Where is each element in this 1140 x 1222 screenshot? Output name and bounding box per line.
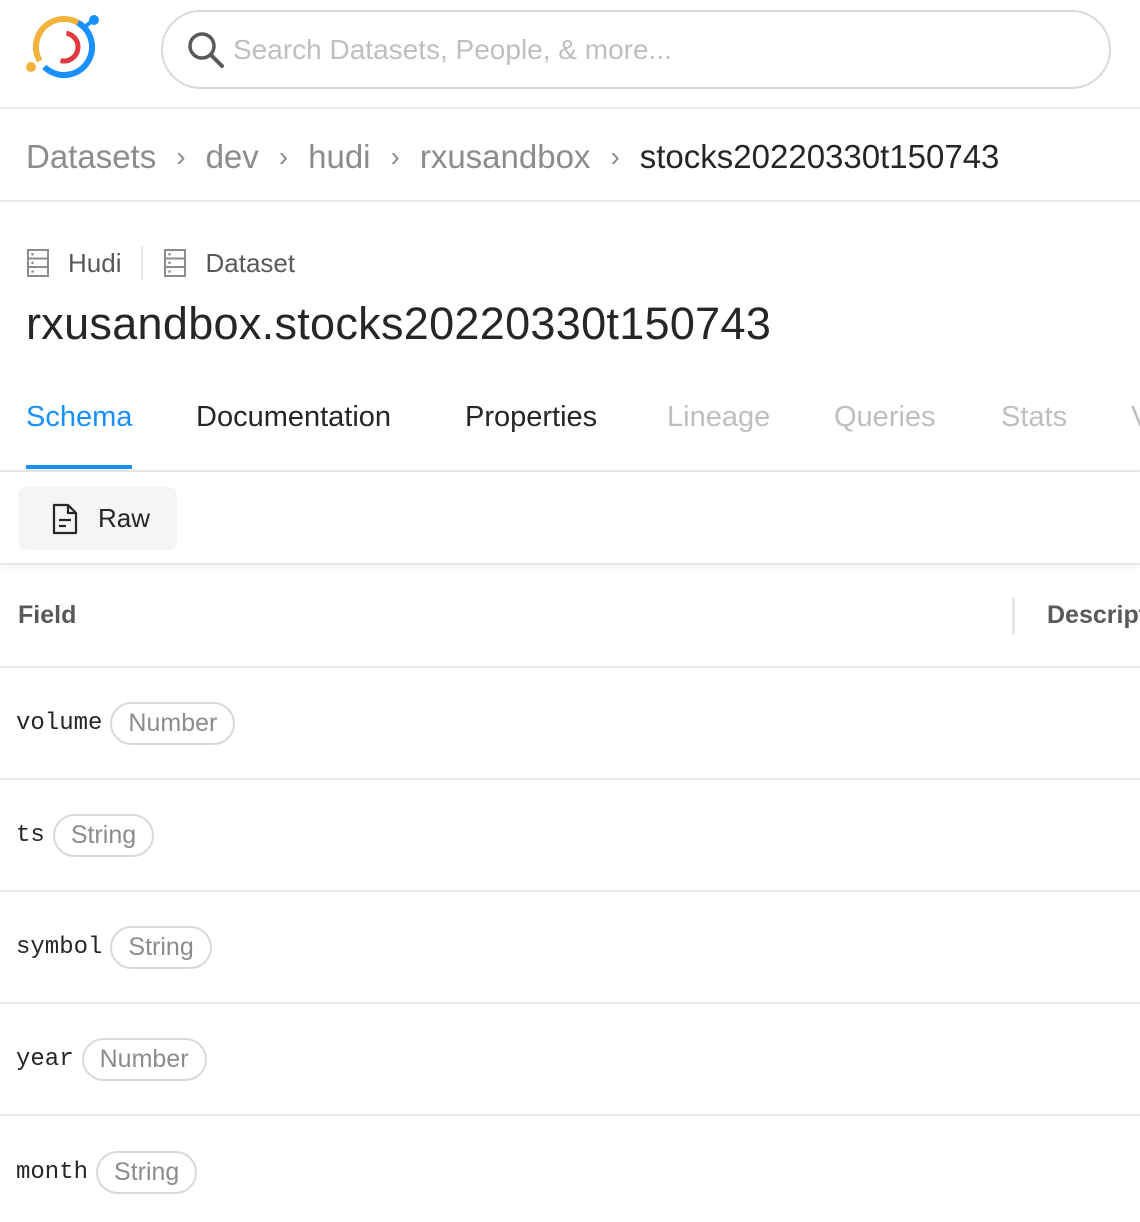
- table-row[interactable]: year Number: [0, 1004, 1140, 1116]
- schema-table-body: volume Number ts String symbol String ye…: [0, 668, 1140, 1222]
- breadcrumb-item-hudi[interactable]: hudi: [308, 138, 370, 176]
- schema-toolbar: Raw: [0, 472, 1140, 565]
- chevron-right-icon: ›: [176, 141, 186, 172]
- tab-schema[interactable]: Schema: [26, 401, 132, 434]
- tab-stats: Stats: [1001, 401, 1068, 433]
- tab-queries: Queries: [834, 401, 936, 433]
- breadcrumb-item-rxusandbox[interactable]: rxusandbox: [420, 138, 591, 176]
- type-badge: String: [110, 925, 212, 969]
- table-row[interactable]: month String: [0, 1116, 1140, 1222]
- entity-type: Dataset: [205, 247, 296, 278]
- page-title: rxusandbox.stocks20220330t150743: [26, 298, 772, 349]
- column-header-description[interactable]: Descript: [1047, 601, 1140, 630]
- column-divider[interactable]: [1012, 597, 1015, 635]
- search-input[interactable]: [233, 33, 1053, 66]
- platform-name: Hudi: [68, 247, 122, 278]
- file-text-icon: [52, 503, 78, 534]
- table-row[interactable]: symbol String: [0, 892, 1140, 1004]
- chevron-right-icon: ›: [390, 141, 400, 172]
- type-badge: Number: [110, 701, 236, 745]
- chevron-right-icon: ›: [610, 141, 620, 172]
- field-name: volume: [16, 709, 103, 737]
- search-bar[interactable]: [161, 10, 1111, 89]
- type-badge: String: [52, 813, 155, 857]
- raw-button-label: Raw: [98, 503, 151, 533]
- type-badge: String: [96, 1150, 198, 1194]
- chevron-right-icon: ›: [278, 141, 289, 172]
- top-header: [0, 0, 1140, 109]
- raw-button[interactable]: Raw: [18, 487, 177, 550]
- schema-table-header: Field Descript: [0, 567, 1140, 668]
- field-name: month: [16, 1158, 89, 1186]
- field-name: year: [16, 1045, 74, 1073]
- tab-overflow: V: [1131, 401, 1140, 434]
- tab-bar: Schema Documentation Properties Lineage …: [0, 385, 1140, 472]
- search-icon: [188, 31, 224, 68]
- database-icon: [164, 249, 187, 277]
- breadcrumb-divider: [0, 200, 1140, 202]
- breadcrumb-item-current: stocks20220330t150743: [639, 138, 1000, 175]
- database-icon: [27, 249, 49, 277]
- datahub-logo[interactable]: [24, 12, 104, 82]
- breadcrumb-item-datasets[interactable]: Datasets: [26, 138, 156, 176]
- table-row[interactable]: ts String: [0, 780, 1140, 892]
- field-name: ts: [16, 821, 45, 849]
- tab-properties[interactable]: Properties: [465, 401, 597, 434]
- table-row[interactable]: volume Number: [0, 668, 1140, 780]
- entity-type-label: Dataset: [163, 248, 295, 279]
- breadcrumb-item-dev[interactable]: dev: [206, 138, 259, 176]
- platform-label: Hudi: [26, 248, 121, 279]
- entity-meta: Hudi Dataset: [26, 243, 295, 283]
- column-header-field[interactable]: Field: [18, 601, 76, 630]
- tab-documentation[interactable]: Documentation: [196, 401, 391, 434]
- type-badge: Number: [81, 1037, 207, 1081]
- meta-divider: [141, 246, 144, 280]
- tab-lineage: Lineage: [667, 401, 771, 433]
- field-name: symbol: [16, 933, 103, 961]
- breadcrumb: Datasets › dev › hudi › rxusandbox › sto…: [26, 130, 999, 184]
- active-tab-indicator: [26, 465, 132, 469]
